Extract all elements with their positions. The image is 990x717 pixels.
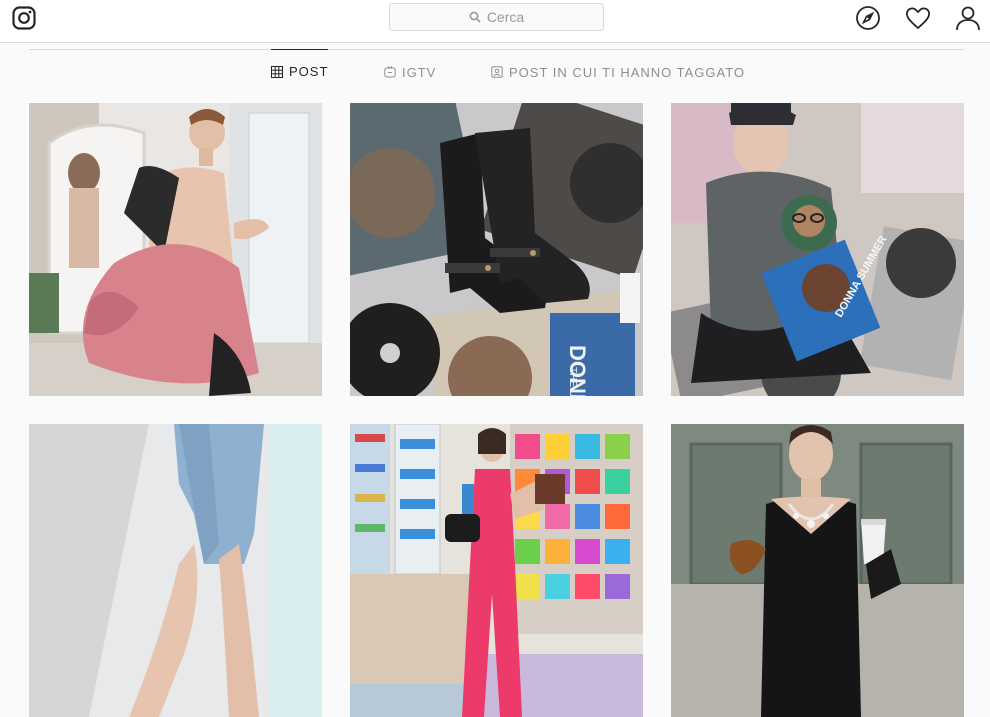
grid-icon	[271, 65, 283, 78]
post-image	[671, 424, 964, 717]
tab-label: POST	[289, 64, 329, 79]
post-image	[350, 424, 643, 717]
heart-icon[interactable]	[904, 4, 932, 32]
post-black-boots-records[interactable]: DONNA THE ULTIMATE	[350, 103, 643, 396]
post-pink-dress-mirror[interactable]	[29, 103, 322, 396]
post-image: DONNA THE ULTIMATE	[350, 103, 643, 396]
tab-tagged[interactable]: POST IN CUI TI HANNO TAGGATO	[491, 50, 745, 94]
profile-icon[interactable]	[954, 4, 982, 32]
search-placeholder: Cerca	[486, 9, 525, 25]
post-image	[29, 424, 322, 717]
search-icon	[469, 11, 481, 23]
explore-compass-icon[interactable]	[854, 4, 882, 32]
post-black-dress-coffee[interactable]	[671, 424, 964, 717]
tab-igtv[interactable]: IGTV	[384, 50, 436, 94]
post-image	[29, 103, 322, 396]
tab-post[interactable]: POST	[271, 49, 329, 93]
post-pink-jumpsuit-candy[interactable]	[350, 424, 643, 717]
tagged-icon	[491, 66, 503, 78]
album-subtitle-text: THE ULTIMATE	[567, 367, 578, 396]
post-image: DONNA SUMMER	[671, 103, 964, 396]
igtv-icon	[384, 66, 396, 78]
top-navigation-bar: Cerca	[0, 0, 990, 43]
post-denim-jeans[interactable]	[29, 424, 322, 717]
instagram-logo-icon[interactable]	[12, 6, 36, 30]
header-actions	[854, 4, 990, 32]
tab-label: POST IN CUI TI HANNO TAGGATO	[509, 64, 746, 80]
post-sweatshirt-records[interactable]: DONNA SUMMER	[671, 103, 964, 396]
profile-tabs: POST IGTV POST IN CUI TI HANNO TAGGATO	[29, 49, 964, 93]
tab-label: IGTV	[402, 64, 437, 80]
search-input[interactable]: Cerca	[389, 3, 604, 31]
